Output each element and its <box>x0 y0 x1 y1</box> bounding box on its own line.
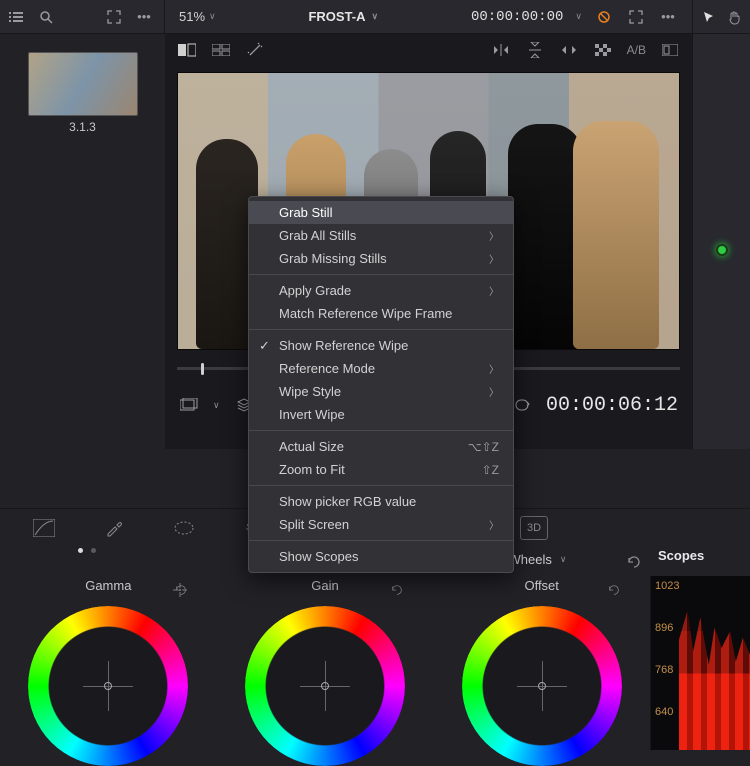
more-viewer-icon[interactable]: ••• <box>658 7 678 27</box>
fullscreen-icon[interactable] <box>626 7 646 27</box>
scopes-title: Scopes <box>658 548 704 563</box>
magic-wand-icon[interactable] <box>245 40 265 60</box>
viewer-timecode[interactable]: 00:00:00:00 <box>471 9 563 25</box>
menu-item-show-reference-wipe[interactable]: ✓Show Reference Wipe <box>249 334 513 357</box>
loop-icon[interactable] <box>512 395 532 415</box>
palette-pager[interactable] <box>78 548 96 553</box>
color-wheel-gain[interactable]: Gain <box>217 576 434 750</box>
node-panel <box>692 34 750 449</box>
gallery-mode-icon[interactable] <box>660 40 680 60</box>
waveform-scope <box>679 580 750 750</box>
color-wheel-gamma[interactable]: Gamma <box>0 576 217 750</box>
menu-item-reference-mode[interactable]: Reference Mode〉 <box>249 357 513 380</box>
split-wipe-icon[interactable] <box>211 40 231 60</box>
menu-item-invert-wipe[interactable]: Invert Wipe <box>249 403 513 426</box>
menu-item-actual-size[interactable]: Actual Size⌥⇧Z <box>249 435 513 458</box>
menu-item-grab-still[interactable]: Grab Still <box>249 201 513 224</box>
menu-item-match-reference-wipe-frame[interactable]: Match Reference Wipe Frame <box>249 302 513 325</box>
menu-item-wipe-style[interactable]: Wipe Style〉 <box>249 380 513 403</box>
pointer-tool-icon[interactable] <box>699 7 719 27</box>
reset-wheel-icon[interactable] <box>387 580 407 600</box>
color-wheel-offset[interactable]: Offset <box>433 576 650 750</box>
viewer-context-menu: Grab StillGrab All Stills〉Grab Missing S… <box>248 196 514 573</box>
diagonal-wipe-icon[interactable] <box>559 40 579 60</box>
search-icon[interactable] <box>36 7 56 27</box>
bypass-color-icon[interactable] <box>594 7 614 27</box>
reset-all-icon[interactable] <box>624 552 644 572</box>
out-timecode[interactable]: 00:00:06:12 <box>546 394 678 417</box>
curves-palette-icon[interactable] <box>30 516 58 540</box>
still-label: 3.1.3 <box>8 120 157 134</box>
menu-item-split-screen[interactable]: Split Screen〉 <box>249 513 513 536</box>
scope-tick: 1023 <box>655 580 679 592</box>
image-wipe-icon[interactable] <box>177 40 197 60</box>
checker-wipe-icon[interactable] <box>593 40 613 60</box>
scopes-panel: 1023 896 768 640 <box>650 576 750 750</box>
gallery-panel: 3.1.3 <box>0 34 165 444</box>
list-view-icon[interactable] <box>6 7 26 27</box>
menu-item-apply-grade[interactable]: Apply Grade〉 <box>249 279 513 302</box>
menu-item-show-picker-rgb-value[interactable]: Show picker RGB value <box>249 490 513 513</box>
scope-tick: 896 <box>655 622 673 634</box>
stills-icon[interactable] <box>179 395 199 415</box>
more-icon[interactable]: ••• <box>134 7 154 27</box>
node-indicator[interactable] <box>716 244 728 256</box>
scope-tick: 768 <box>655 664 673 676</box>
horizontal-wipe-icon[interactable] <box>491 40 511 60</box>
menu-item-zoom-to-fit[interactable]: Zoom to Fit⇧Z <box>249 458 513 481</box>
3d-palette-icon[interactable]: 3D <box>520 516 548 540</box>
hand-tool-icon[interactable] <box>725 7 745 27</box>
vertical-wipe-icon[interactable] <box>525 40 545 60</box>
menu-item-grab-all-stills[interactable]: Grab All Stills〉 <box>249 224 513 247</box>
picker-icon[interactable] <box>170 580 190 600</box>
zoom-level[interactable]: 51%∨ <box>179 9 216 24</box>
eyedropper-icon[interactable] <box>100 516 128 540</box>
color-wheels-panel: Gamma Gain Offset <box>0 576 650 750</box>
shape-palette-icon[interactable] <box>170 516 198 540</box>
clip-name[interactable]: FROST-A∨ <box>308 9 378 24</box>
reset-wheel-icon[interactable] <box>604 580 624 600</box>
expand-icon[interactable] <box>104 7 124 27</box>
still-thumbnail[interactable] <box>28 52 138 116</box>
ab-label[interactable]: A/B <box>627 43 646 57</box>
main-toolbar: ••• 51%∨ FROST-A∨ 00:00:00:00 ∨ ••• <box>0 0 750 34</box>
scope-tick: 640 <box>655 706 673 718</box>
menu-item-grab-missing-stills[interactable]: Grab Missing Stills〉 <box>249 247 513 270</box>
menu-item-show-scopes[interactable]: Show Scopes <box>249 545 513 568</box>
